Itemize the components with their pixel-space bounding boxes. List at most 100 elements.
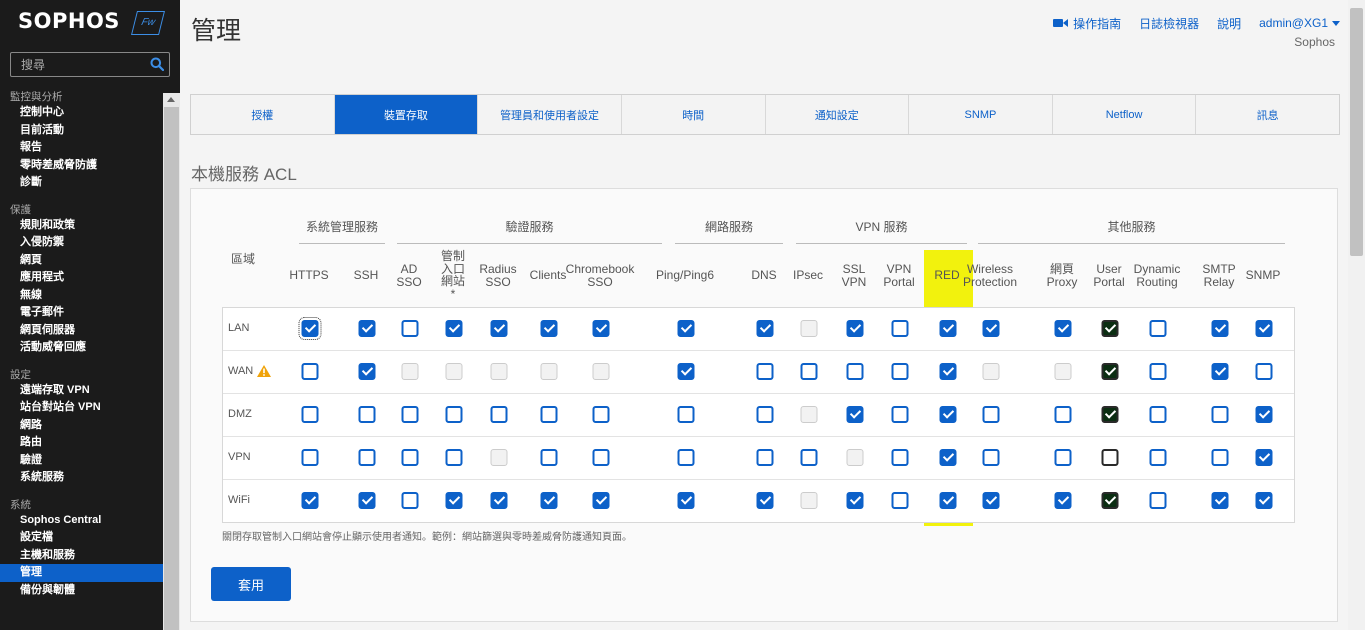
service-checkbox[interactable]: [1211, 363, 1229, 380]
service-checkbox[interactable]: [1149, 449, 1167, 466]
tab[interactable]: 訊息: [1196, 95, 1339, 134]
service-checkbox[interactable]: [939, 363, 957, 380]
sidebar-item[interactable]: 診斷: [0, 174, 163, 192]
red-service-checkbox[interactable]: [1101, 449, 1119, 466]
sophos-logo[interactable]: SOPHOS Fw: [18, 8, 168, 38]
red-service-checkbox[interactable]: [1101, 492, 1119, 509]
sidebar-item[interactable]: 網頁伺服器: [0, 322, 163, 340]
service-checkbox[interactable]: [1054, 320, 1072, 337]
sidebar-item[interactable]: 活動威脅回應: [0, 339, 163, 357]
service-checkbox[interactable]: [1255, 320, 1273, 337]
service-checkbox[interactable]: [358, 320, 376, 337]
tab[interactable]: 通知設定: [766, 95, 910, 134]
service-checkbox[interactable]: [939, 492, 957, 509]
service-checkbox[interactable]: [982, 492, 1000, 509]
service-checkbox[interactable]: [490, 492, 508, 509]
service-checkbox[interactable]: [800, 449, 818, 466]
service-checkbox[interactable]: [1211, 492, 1229, 509]
sidebar-item[interactable]: 主機和服務: [0, 547, 163, 565]
service-checkbox[interactable]: [358, 449, 376, 466]
service-checkbox[interactable]: [592, 406, 610, 423]
service-checkbox[interactable]: [939, 449, 957, 466]
service-checkbox[interactable]: [445, 406, 463, 423]
sidebar-scrollbar-thumb[interactable]: [164, 107, 179, 630]
service-checkbox[interactable]: [1149, 320, 1167, 337]
sidebar-item[interactable]: 驗證: [0, 452, 163, 470]
sidebar-item[interactable]: 管理: [0, 564, 163, 582]
guide-link[interactable]: 操作指南: [1053, 15, 1121, 32]
service-checkbox[interactable]: [1054, 449, 1072, 466]
service-checkbox[interactable]: [401, 320, 419, 337]
sidebar-item[interactable]: 控制中心: [0, 104, 163, 122]
service-checkbox[interactable]: [1255, 363, 1273, 380]
sidebar-item[interactable]: 路由: [0, 434, 163, 452]
service-checkbox[interactable]: [756, 406, 774, 423]
service-checkbox[interactable]: [445, 492, 463, 509]
service-checkbox[interactable]: [982, 406, 1000, 423]
service-checkbox[interactable]: [401, 449, 419, 466]
search-icon[interactable]: [150, 57, 164, 71]
service-checkbox[interactable]: [677, 449, 695, 466]
service-checkbox[interactable]: [301, 492, 319, 509]
sidebar-item[interactable]: 無線: [0, 287, 163, 305]
service-checkbox[interactable]: [891, 449, 909, 466]
service-checkbox[interactable]: [401, 406, 419, 423]
sidebar-item[interactable]: 備份與韌體: [0, 582, 163, 600]
service-checkbox[interactable]: [756, 320, 774, 337]
service-checkbox[interactable]: [301, 449, 319, 466]
service-checkbox[interactable]: [756, 363, 774, 380]
service-checkbox[interactable]: [756, 449, 774, 466]
tab[interactable]: 時間: [622, 95, 766, 134]
scroll-up-arrow-icon[interactable]: [167, 97, 175, 102]
service-checkbox[interactable]: [891, 320, 909, 337]
service-checkbox[interactable]: [891, 406, 909, 423]
service-checkbox[interactable]: [800, 363, 818, 380]
sidebar-item[interactable]: 遠端存取 VPN: [0, 382, 163, 400]
tab[interactable]: SNMP: [909, 95, 1053, 134]
sidebar-item[interactable]: 目前活動: [0, 122, 163, 140]
help-link[interactable]: 說明: [1217, 15, 1241, 32]
service-checkbox[interactable]: [1211, 406, 1229, 423]
service-checkbox[interactable]: [490, 406, 508, 423]
service-checkbox[interactable]: [846, 406, 864, 423]
log-viewer-link[interactable]: 日誌檢視器: [1139, 15, 1199, 32]
service-checkbox[interactable]: [1255, 406, 1273, 423]
service-checkbox[interactable]: [1211, 449, 1229, 466]
service-checkbox[interactable]: [939, 406, 957, 423]
service-checkbox[interactable]: [540, 320, 558, 337]
red-service-checkbox[interactable]: [1101, 406, 1119, 423]
apply-button[interactable]: 套用: [211, 567, 291, 601]
service-checkbox[interactable]: [592, 449, 610, 466]
service-checkbox[interactable]: [846, 363, 864, 380]
service-checkbox[interactable]: [1054, 492, 1072, 509]
sidebar-item[interactable]: 設定檔: [0, 529, 163, 547]
sidebar-item[interactable]: 入侵防禦: [0, 234, 163, 252]
service-checkbox[interactable]: [358, 406, 376, 423]
service-checkbox[interactable]: [1149, 363, 1167, 380]
service-checkbox[interactable]: [301, 363, 319, 380]
service-checkbox[interactable]: [756, 492, 774, 509]
service-checkbox[interactable]: [540, 449, 558, 466]
service-checkbox[interactable]: [846, 492, 864, 509]
service-checkbox[interactable]: [401, 492, 419, 509]
service-checkbox[interactable]: [540, 406, 558, 423]
service-checkbox[interactable]: [490, 320, 508, 337]
service-checkbox[interactable]: [1149, 406, 1167, 423]
service-checkbox[interactable]: [358, 363, 376, 380]
page-scrollbar[interactable]: [1348, 0, 1365, 630]
service-checkbox[interactable]: [939, 320, 957, 337]
sidebar-item[interactable]: 站台對站台 VPN: [0, 399, 163, 417]
service-checkbox[interactable]: [298, 317, 322, 340]
service-checkbox[interactable]: [677, 406, 695, 423]
sidebar-item[interactable]: Sophos Central: [0, 512, 163, 530]
service-checkbox[interactable]: [891, 492, 909, 509]
service-checkbox[interactable]: [677, 492, 695, 509]
tab[interactable]: 裝置存取: [334, 95, 479, 134]
page-scrollbar-thumb[interactable]: [1350, 8, 1363, 256]
sidebar-item[interactable]: 電子郵件: [0, 304, 163, 322]
service-checkbox[interactable]: [982, 320, 1000, 337]
service-checkbox[interactable]: [592, 492, 610, 509]
search-input[interactable]: [11, 53, 147, 76]
service-checkbox[interactable]: [1255, 492, 1273, 509]
red-service-checkbox[interactable]: [1101, 363, 1119, 380]
